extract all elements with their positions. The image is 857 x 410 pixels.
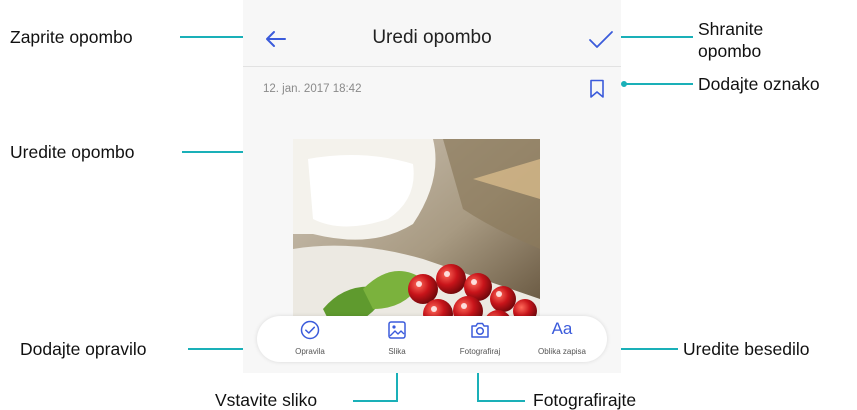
- bookmark-icon: [590, 79, 604, 98]
- image-tool-button[interactable]: Slika: [357, 316, 437, 362]
- callout-edit-note: Uredite opombo: [10, 142, 135, 162]
- text-format-icon: Aa: [551, 319, 573, 338]
- callout-edit-text: Uredite besedilo: [683, 339, 810, 359]
- format-tool-label: Oblika zapisa: [537, 347, 587, 356]
- image-tool-label: Slika: [388, 347, 406, 356]
- camera-tool-label: Fotografiraj: [459, 347, 501, 356]
- app-header: Uredi opombo: [243, 0, 621, 66]
- callout-insert-image: Vstavite sliko: [215, 390, 318, 410]
- bottom-toolbar: Opravila Slika Fotografiraj Aa Oblika za…: [257, 316, 607, 362]
- camera-icon: [471, 322, 489, 338]
- callout-save-note-line1: Shranite: [698, 19, 764, 39]
- tasks-tool-label: Opravila: [295, 347, 325, 356]
- save-button[interactable]: [586, 24, 616, 54]
- callout-add-bookmark: Dodajte oznako: [698, 74, 820, 94]
- note-timestamp: 12. jan. 2017 18:42: [263, 83, 362, 95]
- checkmark-icon: [589, 31, 613, 48]
- bookmark-button[interactable]: [589, 79, 605, 99]
- phone-screen: Uredi opombo 12. jan. 2017 18:42 Opravil…: [243, 0, 621, 373]
- note-photo: [293, 139, 540, 339]
- callout-close-note: Zaprite opombo: [10, 27, 133, 47]
- page-title: Uredi opombo: [372, 27, 492, 48]
- tasks-tool-button[interactable]: Opravila: [270, 316, 350, 362]
- callout-add-task: Dodajte opravilo: [20, 339, 147, 359]
- header-divider: [243, 66, 621, 67]
- photo-image: [293, 139, 540, 339]
- format-tool-button[interactable]: Aa Oblika zapisa: [522, 316, 602, 362]
- callout-save-note-line2: opombo: [698, 41, 762, 61]
- checklist-icon: [300, 320, 320, 340]
- callout-take-photo: Fotografirajte: [533, 390, 637, 410]
- camera-tool-button[interactable]: Fotografiraj: [440, 316, 520, 362]
- image-icon: [388, 321, 406, 339]
